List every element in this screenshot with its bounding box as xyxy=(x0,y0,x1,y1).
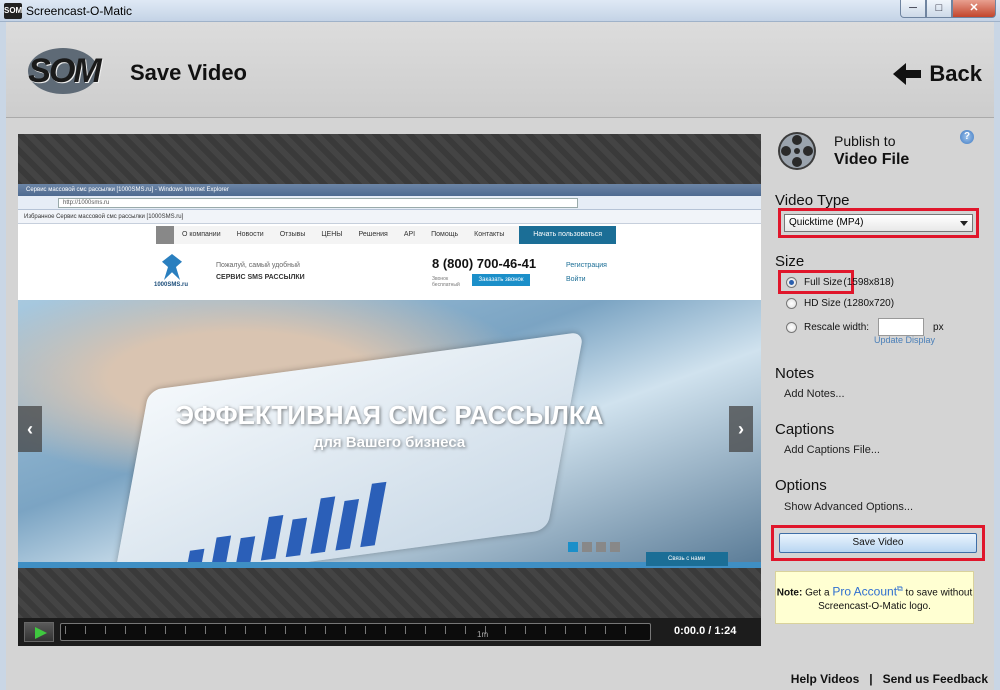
browser-address: http://1000sms.ru xyxy=(58,198,578,208)
back-label: Back xyxy=(929,61,982,86)
site-phone: 8 (800) 700-46-41 xyxy=(432,256,537,271)
update-display-link[interactable]: Update Display xyxy=(874,335,935,345)
size-option-rescale[interactable]: Rescale width: px xyxy=(786,317,944,337)
hero-title: ЭФФЕКТИВНАЯ СМС РАССЫЛКА xyxy=(175,400,604,430)
save-video-button[interactable]: Save Video xyxy=(779,533,977,553)
film-reel-icon xyxy=(778,132,816,170)
preview-frame: Сервис массовой смс рассылки [1000SMS.ru… xyxy=(18,184,761,568)
site-hero: ЭФФЕКТИВНАЯ СМС РАССЫЛКА для Вашего бизн… xyxy=(18,300,761,568)
notes-label: Notes xyxy=(775,365,815,382)
timeline-tick-label: 1m xyxy=(477,630,489,639)
add-captions-link[interactable]: Add Captions File... xyxy=(784,444,880,456)
site-call-button: Заказать звонок xyxy=(472,274,530,286)
publish-to-label: Publish to xyxy=(834,133,896,149)
maximize-button[interactable]: □ xyxy=(926,0,952,18)
hero-subtitle: для Вашего бизнеса xyxy=(313,434,466,451)
play-icon xyxy=(35,627,47,639)
app-icon: SOM xyxy=(4,3,22,19)
site-chat-tab: Связь с нами xyxy=(646,552,728,566)
site-logo: 1000SMS.ru xyxy=(154,252,190,292)
send-feedback-link[interactable]: Send us Feedback xyxy=(883,672,988,686)
pro-note: Note: Get a Pro Account⧉ to save without… xyxy=(775,571,974,624)
site-tagline: Пожалуй, самый удобный xyxy=(216,262,300,269)
browser-favorites: Избранное Сервис массовой смс рассылки [… xyxy=(18,210,761,224)
timeline-scrubber[interactable]: 1m xyxy=(60,623,651,641)
site-register: Регистрация xyxy=(566,262,607,269)
publish-destination: Video File xyxy=(834,151,910,168)
site-start-button: Начать пользоваться xyxy=(519,226,616,244)
header: SOM Save Video Back xyxy=(6,22,994,118)
close-button[interactable]: ✕ xyxy=(952,0,996,18)
site-header: 1000SMS.ru Пожалуй, самый удобный СЕРВИС… xyxy=(18,246,761,300)
back-arrow-icon xyxy=(893,63,922,85)
site-menu: О компании Новости Отзывы ЦЕНЫ Решения A… xyxy=(156,226,616,244)
page-title: Save Video xyxy=(130,60,247,85)
site-login: Войти xyxy=(566,276,586,283)
hero-next-icon: › xyxy=(729,406,753,452)
minimize-button[interactable]: ─ xyxy=(900,0,926,18)
size-option-hd[interactable]: HD Size (1280x720) xyxy=(786,296,894,310)
time-display: 0:00.0 / 1:24 xyxy=(674,625,737,637)
save-video-highlight: Save Video xyxy=(771,525,985,561)
site-tagline-bold: СЕРВИС SMS РАССЫЛКИ xyxy=(216,274,305,281)
radio-hd-size[interactable] xyxy=(786,297,797,309)
browser-addressbar: http://1000sms.ru xyxy=(18,196,761,210)
browser-titlebar: Сервис массовой смс рассылки [1000SMS.ru… xyxy=(18,184,761,196)
options-label: Options xyxy=(775,477,827,494)
video-type-select[interactable]: Quicktime (MP4) xyxy=(784,214,973,232)
app-frame: SOM Save Video Back Сервис массовой смс … xyxy=(6,22,994,690)
window-titlebar: SOM Screencast-O-Matic ─ □ ✕ xyxy=(0,0,1000,22)
hero-prev-icon: ‹ xyxy=(18,406,42,452)
help-icon[interactable]: ? xyxy=(960,130,974,144)
radio-full-size[interactable] xyxy=(786,276,797,288)
video-type-label: Video Type xyxy=(775,192,850,209)
size-option-full[interactable]: Full Size (1598x818) xyxy=(786,275,894,289)
help-videos-link[interactable]: Help Videos xyxy=(791,672,859,686)
play-button[interactable] xyxy=(24,622,54,642)
video-preview: Сервис массовой смс рассылки [1000SMS.ru… xyxy=(18,134,761,646)
footer: Help Videos | Send us Feedback xyxy=(790,672,988,686)
player-bar: 1m 0:00.0 / 1:24 xyxy=(18,618,761,646)
add-notes-link[interactable]: Add Notes... xyxy=(784,388,845,400)
hero-dots xyxy=(568,542,620,552)
home-icon xyxy=(156,226,174,244)
size-label: Size xyxy=(775,253,805,270)
video-type-highlight: Quicktime (MP4) xyxy=(778,208,979,238)
advanced-options-link[interactable]: Show Advanced Options... xyxy=(784,501,913,513)
pro-account-link[interactable]: Pro Account xyxy=(832,584,897,598)
back-button[interactable]: Back xyxy=(893,60,982,88)
window-controls: ─ □ ✕ xyxy=(900,0,996,18)
window-title: Screencast-O-Matic xyxy=(26,4,133,18)
captions-label: Captions xyxy=(775,421,835,438)
radio-rescale[interactable] xyxy=(786,321,797,333)
site-phone-note: Звонок бесплатный xyxy=(432,276,460,288)
som-logo: SOM xyxy=(24,46,104,96)
rescale-width-input[interactable] xyxy=(878,318,925,336)
publish-panel: Publish to Video File ? Video Type Quick… xyxy=(766,122,994,672)
chevron-down-icon xyxy=(960,221,968,226)
